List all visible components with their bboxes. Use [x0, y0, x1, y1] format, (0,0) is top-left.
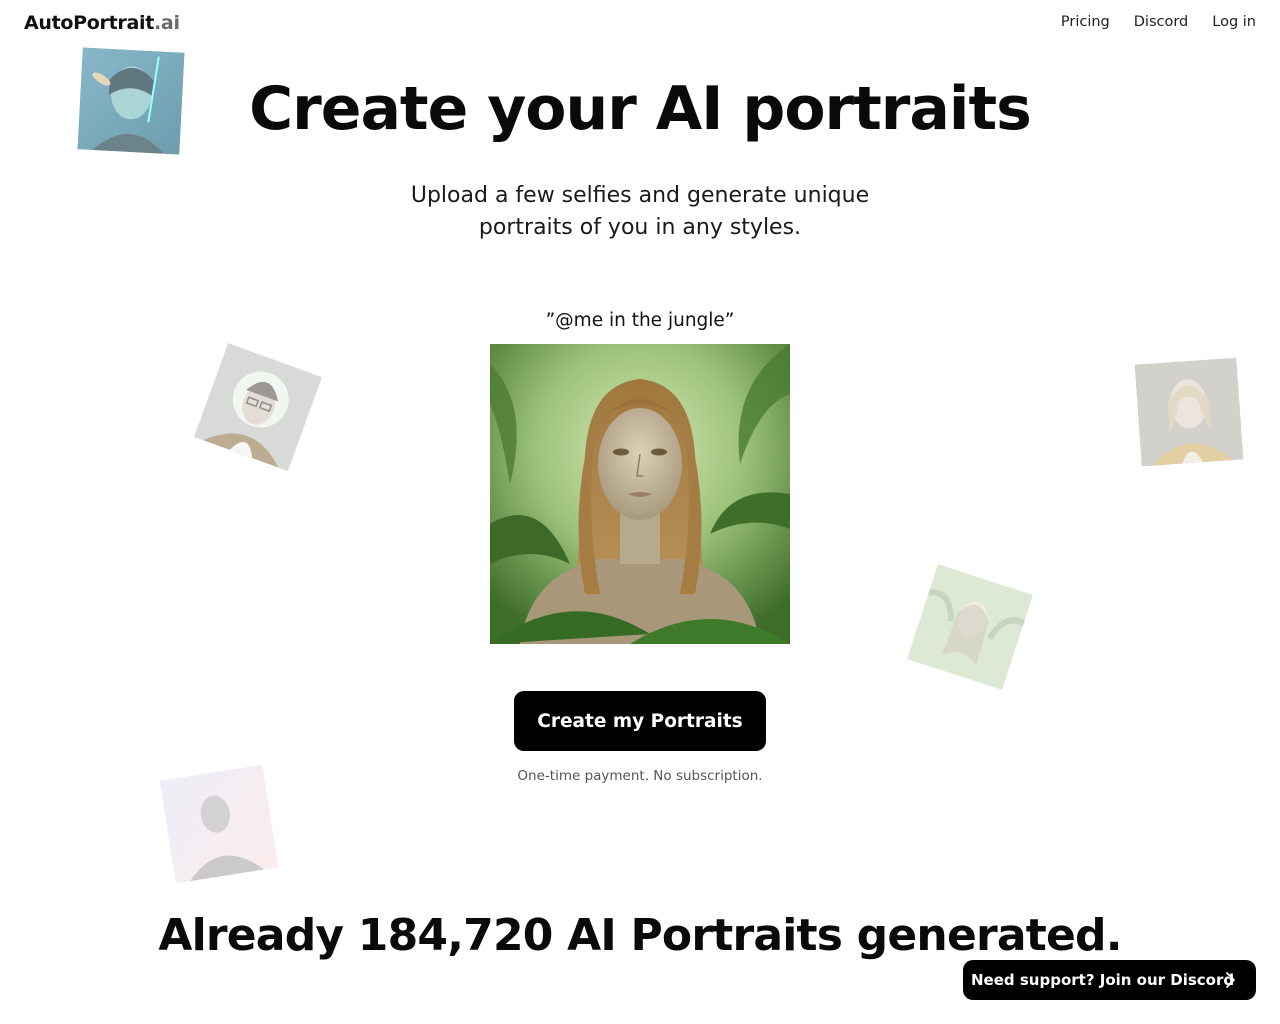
create-portraits-button[interactable]: Create my Portraits [514, 691, 766, 751]
nav-link-discord[interactable]: Discord [1134, 14, 1189, 30]
floating-portrait-beanie [193, 342, 323, 472]
floating-portrait-jungle [906, 563, 1034, 691]
nav-links: Pricing Discord Log in [1061, 14, 1256, 30]
chevron-right-icon [1226, 972, 1235, 988]
prompt-caption: ”@me in the jungle” [545, 310, 735, 331]
nav-link-login[interactable]: Log in [1212, 14, 1256, 30]
logo-tld: .ai [154, 12, 180, 34]
logo[interactable]: AutoPortrait.ai [24, 12, 180, 34]
discord-support-label: Need support? Join our Discord [971, 971, 1235, 989]
portraits-generated-stat: Already 184,720 AI Portraits generated. [158, 910, 1122, 961]
payment-note: One-time payment. No subscription. [517, 768, 763, 784]
hero-title: Create your AI portraits [249, 74, 1032, 144]
nav-link-pricing[interactable]: Pricing [1061, 14, 1110, 30]
logo-main: AutoPortrait [24, 12, 154, 34]
floating-portrait-renaissance [1134, 357, 1244, 467]
main-portrait-image [490, 344, 790, 644]
hero-subtitle: Upload a few selfies and generate unique… [410, 183, 870, 240]
discord-support-button[interactable]: Need support? Join our Discord [963, 960, 1256, 1000]
top-nav: AutoPortrait.ai Pricing Discord Log in [0, 0, 1280, 48]
